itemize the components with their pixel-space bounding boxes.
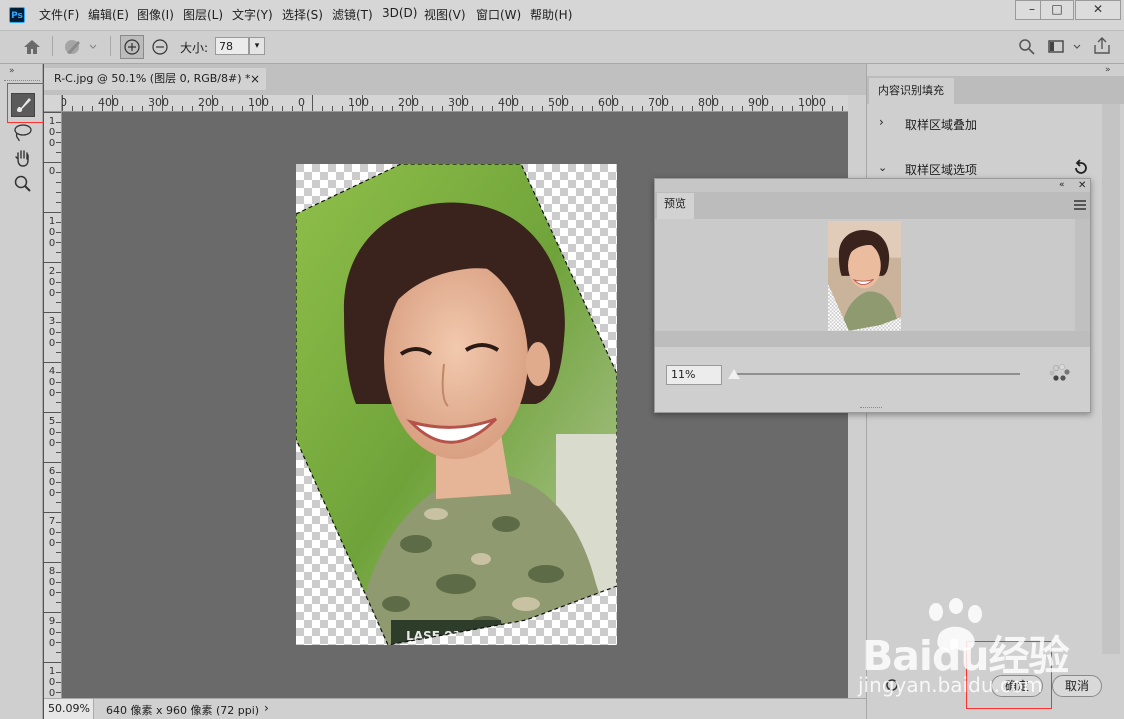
size-dropdown-button[interactable]: ▾: [249, 37, 265, 55]
chevron-down-icon: ▾: [254, 41, 260, 51]
home-icon[interactable]: [22, 38, 42, 56]
close-preview-icon[interactable]: ✕: [1078, 179, 1086, 192]
ruler-label: 1 0 0: [48, 216, 56, 249]
add-mode-button[interactable]: [120, 35, 144, 59]
preview-resize-grip[interactable]: [860, 407, 882, 411]
watermark-url: jingyan.baidu.com: [858, 673, 1043, 697]
preview-scrollbar[interactable]: [1075, 219, 1090, 331]
menu-window[interactable]: 窗口(W): [476, 6, 521, 23]
preview-zoom-field[interactable]: 11%: [666, 365, 722, 385]
ruler-label: 6 0 0: [48, 466, 56, 499]
maximize-button[interactable]: □: [1040, 0, 1074, 20]
workspace-icon[interactable]: [1047, 39, 1085, 55]
panel-menu-icon[interactable]: [1073, 199, 1087, 211]
ruler-label: 400: [98, 96, 119, 109]
share-icon[interactable]: [1093, 37, 1111, 55]
close-tab-icon[interactable]: ×: [250, 68, 260, 90]
preview-panel-titlebar[interactable]: [655, 179, 1090, 192]
preview-zoom-slider[interactable]: [732, 373, 1020, 375]
ruler-label: 600: [598, 96, 619, 109]
hand-tool[interactable]: [11, 146, 35, 170]
options-separator: [110, 36, 111, 56]
document-tab-title: R-C.jpg @ 50.1% (图层 0, RGB/8#) *: [54, 72, 251, 85]
ruler-label: 900: [748, 96, 769, 109]
minus-circle-icon[interactable]: [150, 37, 170, 57]
tab-preview[interactable]: 预览: [657, 193, 694, 219]
menu-3d[interactable]: 3D(D): [382, 6, 417, 20]
ruler-label: 4 0 0: [48, 366, 56, 399]
ruler-label: 1000: [798, 96, 826, 109]
ruler-label: 2 0 0: [48, 266, 56, 299]
menu-edit[interactable]: 编辑(E): [88, 6, 129, 23]
tab-content-aware-fill[interactable]: 内容识别填充: [869, 78, 954, 104]
chevron-down-icon[interactable]: ⌄: [878, 161, 887, 174]
menu-select[interactable]: 选择(S): [282, 6, 323, 23]
plus-circle-icon: [124, 39, 140, 55]
status-bar: 50.09% 640 像素 x 960 像素 (72 ppi) ›: [44, 698, 866, 719]
ruler-label: 400: [498, 96, 519, 109]
status-menu-arrow[interactable]: ›: [264, 701, 269, 715]
ruler-label: 0: [298, 96, 305, 109]
ruler-label: 700: [648, 96, 669, 109]
ruler-label: 200: [198, 96, 219, 109]
ruler-label: 1 0 0: [48, 666, 56, 698]
ruler-label: 0: [48, 166, 56, 177]
brush-preset-icon[interactable]: [62, 37, 98, 57]
document-tab[interactable]: R-C.jpg @ 50.1% (图层 0, RGB/8#) * ×: [44, 68, 266, 90]
sampling-options-section[interactable]: 取样区域选项: [905, 161, 977, 178]
photoshop-logo-icon: Ps: [9, 7, 25, 23]
ruler-label: 1 0 0: [48, 116, 56, 149]
size-label: 大小:: [180, 41, 209, 55]
ruler-label: 200: [398, 96, 419, 109]
menu-filter[interactable]: 滤镜(T): [332, 6, 373, 23]
menu-type[interactable]: 文字(Y): [232, 6, 273, 23]
lasso-tool[interactable]: [11, 120, 35, 144]
reset-icon[interactable]: [1072, 159, 1090, 177]
options-separator: [52, 36, 53, 56]
panel-scrollbar[interactable]: [1102, 104, 1120, 654]
hand-icon: [15, 150, 29, 167]
collapse-preview-icon[interactable]: «: [1059, 179, 1065, 192]
menu-image[interactable]: 图像(I): [137, 6, 174, 23]
document-info: 640 像素 x 960 像素 (72 ppi): [106, 704, 260, 717]
chevron-right-icon[interactable]: ›: [879, 115, 884, 129]
close-window-button[interactable]: ✕: [1075, 0, 1121, 20]
ruler-label: 8 0 0: [48, 566, 56, 599]
ruler-label: 500: [548, 96, 569, 109]
horizontal-ruler: 0 400 300 200 100 0 100 200 300 400 500 …: [62, 95, 848, 112]
ruler-label: 300: [148, 96, 169, 109]
ruler-ticks-vertical: [44, 112, 61, 693]
lasso-icon: [14, 124, 32, 142]
size-input[interactable]: 78: [215, 37, 249, 55]
ruler-label: 9 0 0: [48, 616, 56, 649]
ruler-label: 100: [348, 96, 369, 109]
ruler-corner: [44, 95, 62, 112]
preview-thumbnail: [828, 221, 901, 331]
collapse-panel-icon[interactable]: »: [1105, 65, 1111, 75]
ruler-label: 3 0 0: [48, 316, 56, 349]
ruler-label: 800: [698, 96, 719, 109]
vertical-ruler: 1 0 0 0 1 0 0 2 0 0 3 0 0 4 0 0 5 0 0 6 …: [44, 112, 62, 698]
menu-layer[interactable]: 图层(L): [183, 6, 223, 23]
preview-horizontal-scrollbar[interactable]: [655, 331, 1090, 347]
ruler-label: 300: [448, 96, 469, 109]
collapse-toolbar-icon[interactable]: »: [9, 66, 15, 76]
ruler-label: 5 0 0: [48, 416, 56, 449]
menu-view[interactable]: 视图(V): [424, 6, 466, 23]
preview-tab-bar: [655, 192, 1090, 219]
search-icon[interactable]: [1018, 38, 1036, 56]
zoom-tool[interactable]: [11, 172, 35, 196]
sampling-overlay-section[interactable]: 取样区域叠加: [905, 116, 977, 133]
preview-zoom-slider-thumb[interactable]: [728, 369, 740, 379]
zoom-level-field[interactable]: 50.09%: [44, 699, 94, 719]
ruler-label: 100: [248, 96, 269, 109]
document-image[interactable]: LASF 81192: [296, 164, 617, 645]
ruler-label: 7 0 0: [48, 516, 56, 549]
loading-spinner-icon: [1049, 364, 1070, 381]
menu-file[interactable]: 文件(F): [39, 6, 79, 23]
magnifier-icon: [14, 175, 31, 192]
ruler-label: 0: [62, 96, 67, 109]
menu-help[interactable]: 帮助(H): [530, 6, 572, 23]
